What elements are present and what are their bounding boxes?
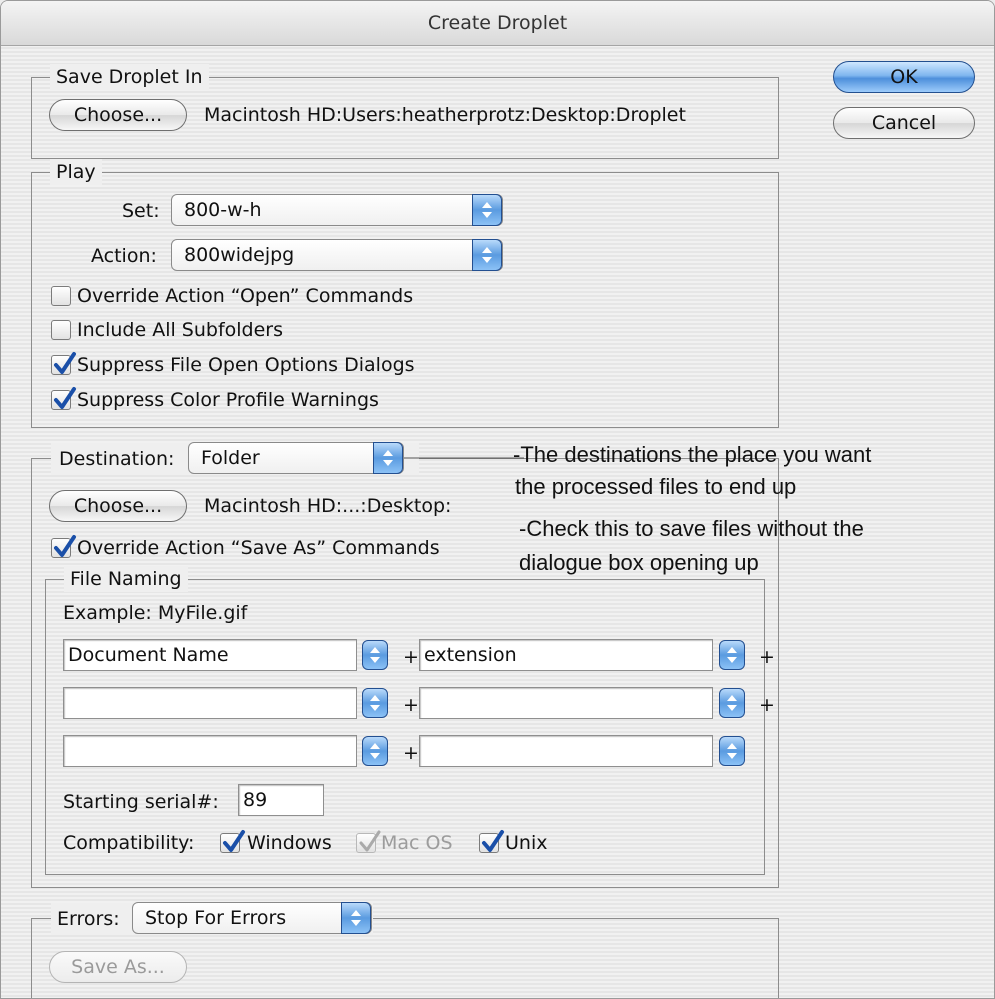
naming-field-1-right[interactable]: extension [419,639,713,671]
naming-popup-1-right-arrows-icon[interactable] [719,640,745,670]
override-save-as-label: Override Action “Save As” Commands [77,537,440,559]
naming-popup-1-left-arrows-icon[interactable] [362,640,388,670]
naming-field-2-left[interactable] [63,687,357,719]
naming-popup-2-left-arrows-icon[interactable] [362,688,388,718]
cancel-button[interactable]: Cancel [833,107,975,139]
naming-field-2-right[interactable] [419,687,713,719]
checkmark-icon [54,352,76,374]
action-label: Action: [91,245,157,267]
checkmark-icon [482,830,504,852]
serial-input[interactable]: 89 [238,784,324,816]
destination-path: Macintosh HD:...:Desktop: [204,495,452,517]
popup-arrows-icon [341,902,371,934]
destination-popup[interactable]: Folder [188,442,404,474]
mac-os-label: Mac OS [381,832,453,854]
set-value: 800-w-h [184,199,262,221]
destination-value: Folder [201,447,260,469]
checkmark-icon [54,535,76,557]
popup-arrows-icon [472,194,502,226]
suppress-open-dialogs-checkbox[interactable] [51,352,76,375]
suppress-color-warnings-checkbox[interactable] [51,387,76,410]
file-naming-legend: File Naming [64,566,188,592]
unix-label: Unix [505,832,548,854]
plus-separator: + [759,694,775,716]
naming-field-3-right[interactable] [419,735,713,767]
include-subfolders-label: Include All Subfolders [77,319,284,341]
plus-separator: + [759,646,775,668]
set-label: Set: [122,200,160,222]
checkmark-icon [223,830,245,852]
action-value: 800widejpg [184,244,295,266]
annotation-leader-line [404,457,524,459]
errors-value: Stop For Errors [145,907,287,929]
droplet-path: Macintosh HD:Users:heatherprotz:Desktop:… [204,104,686,126]
plus-separator: + [403,742,419,764]
plus-separator: + [403,646,419,668]
checkbox-annotation-line-1: -Check this to save files without the [519,516,864,541]
unix-checkbox[interactable] [479,830,504,853]
errors-label: Errors: [57,908,120,930]
naming-popup-3-left-arrows-icon[interactable] [362,736,388,766]
override-open-label: Override Action “Open” Commands [77,285,414,307]
naming-field-3-left[interactable] [63,735,357,767]
include-subfolders-checkbox[interactable] [51,320,71,340]
ok-button[interactable]: OK [833,61,975,93]
popup-arrows-icon [373,442,403,474]
windows-label: Windows [247,832,332,854]
errors-save-as-button: Save As... [49,951,187,983]
plus-separator: + [403,694,419,716]
naming-popup-2-right-arrows-icon[interactable] [719,688,745,718]
suppress-open-dialogs-label: Suppress File Open Options Dialogs [77,354,415,376]
save-droplet-legend: Save Droplet In [50,64,209,90]
override-open-checkbox[interactable] [51,286,71,306]
window-title: Create Droplet [1,1,994,46]
checkbox-annotation-line-2: dialogue box opening up [519,550,759,575]
serial-label: Starting serial#: [63,791,219,813]
play-legend: Play [50,159,102,185]
set-popup[interactable]: 800-w-h [171,194,503,226]
naming-popup-3-right-arrows-icon[interactable] [719,736,745,766]
destination-annotation-line-1: -The destinations the place you want [513,442,872,467]
action-popup[interactable]: 800widejpg [171,239,503,271]
errors-popup[interactable]: Stop For Errors [132,902,372,934]
checkmark-icon [359,830,381,852]
naming-field-1-left[interactable]: Document Name [63,639,357,671]
naming-example: Example: MyFile.gif [63,602,248,624]
choose-droplet-location-button[interactable]: Choose... [49,99,187,131]
choose-destination-button[interactable]: Choose... [49,490,187,522]
mac-os-checkbox [356,830,381,853]
popup-arrows-icon [472,239,502,271]
compatibility-label: Compatibility: [63,832,195,854]
override-save-as-checkbox[interactable] [51,535,76,558]
suppress-color-warnings-label: Suppress Color Profile Warnings [77,389,379,411]
windows-checkbox[interactable] [220,830,245,853]
checkmark-icon [54,387,76,409]
destination-label: Destination: [59,448,175,470]
destination-annotation-line-2: the processed files to end up [515,474,797,499]
create-droplet-dialog: Create Droplet Save Droplet In Choose...… [0,0,995,999]
